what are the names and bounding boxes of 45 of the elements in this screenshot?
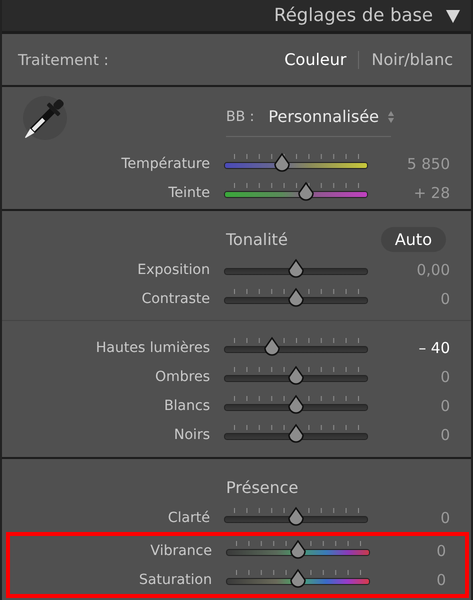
- section-heading: Présence: [226, 478, 298, 496]
- auto-button[interactable]: Auto: [380, 227, 446, 252]
- slider-label: Vibrance: [149, 542, 212, 558]
- slider-thumb[interactable]: [288, 540, 308, 560]
- slider-value[interactable]: 0: [370, 570, 446, 588]
- slider-value[interactable]: 0: [370, 542, 446, 560]
- slider-value[interactable]: – 40: [368, 338, 450, 356]
- slider-thumb[interactable]: [286, 394, 306, 414]
- slider-label: Noirs: [173, 426, 210, 442]
- slider-label: Hautes lumières: [94, 340, 210, 356]
- slider-label: Contraste: [140, 290, 210, 306]
- treatment-option[interactable]: Noir/blanc: [371, 50, 453, 69]
- slider-value[interactable]: + 28: [368, 184, 450, 202]
- slider-thumb[interactable]: [286, 288, 306, 308]
- slider-label: Clarté: [166, 510, 210, 526]
- slider-thumb[interactable]: [286, 424, 306, 444]
- slider-value[interactable]: 0: [368, 396, 450, 414]
- slider-thumb[interactable]: [288, 568, 308, 588]
- slider-label: Teinte: [167, 184, 210, 200]
- slider-value[interactable]: 0: [368, 426, 450, 444]
- slider-label: Température: [120, 156, 210, 172]
- panel-header[interactable]: Réglages de base: [2, 0, 471, 34]
- treatment-label: Traitement :: [18, 50, 109, 68]
- slider-thumb[interactable]: [296, 182, 316, 202]
- collapse-triangle-icon[interactable]: [445, 8, 461, 24]
- slider-thumb[interactable]: [286, 258, 306, 278]
- slider-value[interactable]: 0: [368, 368, 450, 386]
- slider-label: Ombres: [154, 368, 210, 384]
- slider-thumb[interactable]: [286, 366, 306, 386]
- slider-label: Exposition: [136, 262, 210, 278]
- up-down-arrows-icon: [387, 110, 396, 124]
- slider-value[interactable]: 0: [368, 290, 450, 308]
- treatment-option[interactable]: Couleur: [284, 50, 346, 69]
- slider-value[interactable]: 5 850: [368, 154, 450, 172]
- slider-value[interactable]: 0: [368, 508, 450, 526]
- panel-title: Réglages de base: [274, 5, 433, 26]
- slider-value[interactable]: 0,00: [368, 260, 450, 278]
- slider-thumb[interactable]: [262, 336, 282, 356]
- slider-label: Saturation: [138, 572, 212, 588]
- slider-label: Blancs: [163, 398, 210, 414]
- slider-thumb[interactable]: [272, 152, 292, 172]
- slider-thumb[interactable]: [286, 506, 306, 526]
- wb-label: BB :: [226, 108, 254, 124]
- wb-preset-dropdown[interactable]: Personnalisée: [268, 107, 396, 126]
- section-heading: Tonalité: [226, 230, 288, 248]
